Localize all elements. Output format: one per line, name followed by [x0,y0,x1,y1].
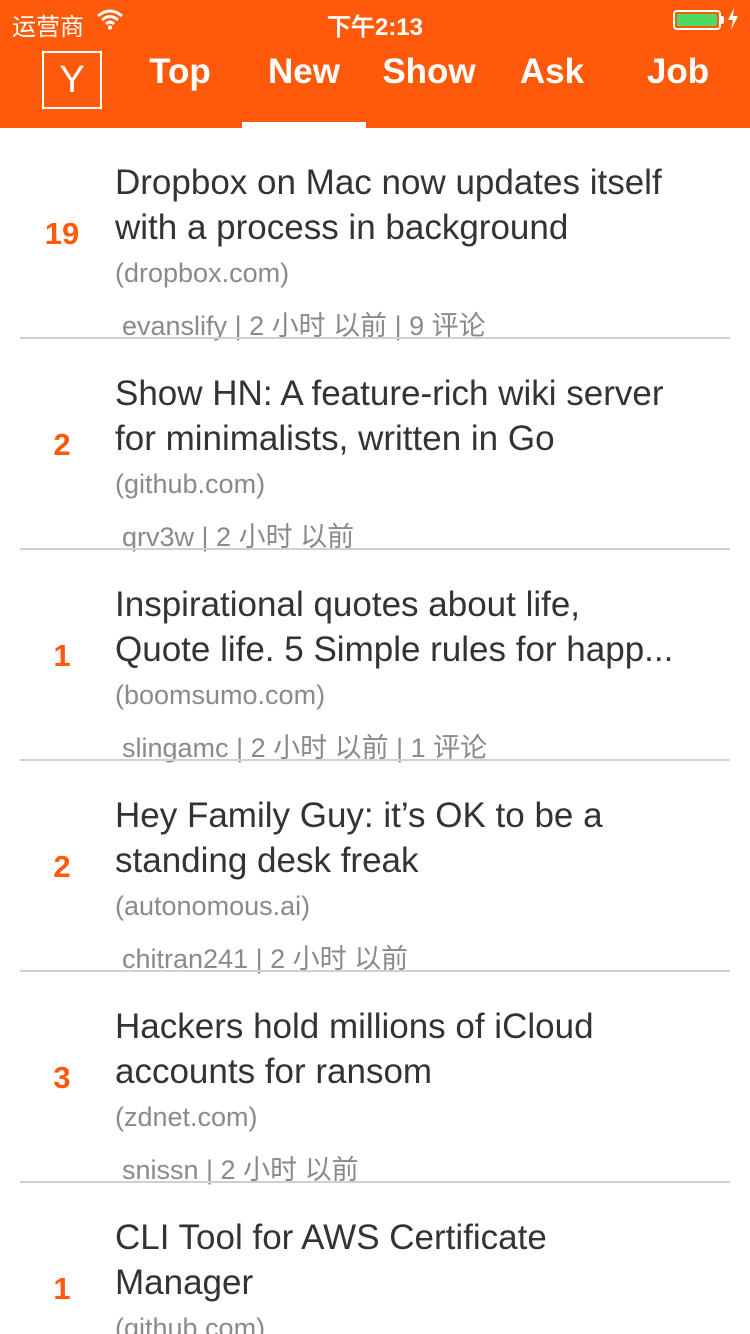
story-list[interactable]: 19 Dropbox on Mac now updates itself wit… [0,128,750,1334]
story-item[interactable]: 19 Dropbox on Mac now updates itself wit… [0,128,750,341]
battery-level [677,14,717,26]
story-title[interactable]: Show HN: A feature-rich wiki server for … [115,371,727,461]
tab-ask[interactable]: Ask [500,52,604,96]
story-points: 1 [53,638,71,673]
story-points: 1 [53,1271,71,1306]
story-points: 3 [53,1060,71,1095]
story-item[interactable]: 1 CLI Tool for AWS Certificate Manager (… [0,1183,750,1334]
story-title-line: for minimalists, written in Go [115,419,555,458]
story-item[interactable]: 2 Show HN: A feature-rich wiki server fo… [0,339,750,552]
story-domain: (github.com) [115,1313,266,1334]
story-domain: (autonomous.ai) [115,891,311,921]
story-item[interactable]: 1 Inspirational quotes about life, Quote… [0,550,750,763]
story-title-line: CLI Tool for AWS Certificate [115,1218,547,1257]
story-title-line: accounts for ransom [115,1052,433,1091]
hacker-news-logo[interactable]: Y [42,51,102,109]
story-domain: (zdnet.com) [115,1102,258,1132]
battery-tip [721,16,724,24]
tab-job[interactable]: Job [626,52,730,96]
top-header: 运营商 下午2:13 Y Top New Show Ask Job [0,0,750,128]
story-title-line: standing desk freak [115,841,419,880]
story-title-line: with a process in background [115,208,569,247]
charging-icon [728,8,738,30]
story-points: 19 [44,216,80,251]
story-title[interactable]: Hackers hold millions of iCloud accounts… [115,1004,727,1094]
story-title-line: Quote life. 5 Simple rules for happ... [115,630,674,669]
story-title-line: Dropbox on Mac now updates itself [115,163,662,202]
story-title-line: Hackers hold millions of iCloud [115,1007,594,1046]
story-title[interactable]: Inspirational quotes about life, Quote l… [115,582,727,672]
story-points: 2 [53,427,71,462]
battery-icon [673,10,721,30]
status-bar: 运营商 下午2:13 [0,0,750,41]
story-title[interactable]: Dropbox on Mac now updates itself with a… [115,160,727,250]
tab-show[interactable]: Show [370,52,488,96]
tab-top[interactable]: Top [130,52,230,96]
tab-new[interactable]: New [242,52,366,96]
story-item[interactable]: 3 Hackers hold millions of iCloud accoun… [0,972,750,1185]
story-title[interactable]: Hey Family Guy: it’s OK to be a standing… [115,793,727,883]
story-title-line: Manager [115,1263,254,1302]
story-title-line: Inspirational quotes about life, [115,585,581,624]
story-domain: (boomsumo.com) [115,680,326,710]
story-item[interactable]: 2 Hey Family Guy: it’s OK to be a standi… [0,761,750,974]
story-points: 2 [53,849,71,884]
status-time: 下午2:13 [326,14,424,41]
story-domain: (dropbox.com) [115,258,290,288]
story-title[interactable]: CLI Tool for AWS Certificate Manager [115,1215,727,1305]
story-title-line: Show HN: A feature-rich wiki server [115,374,664,413]
story-domain: (github.com) [115,469,266,499]
story-title-line: Hey Family Guy: it’s OK to be a [115,796,603,835]
